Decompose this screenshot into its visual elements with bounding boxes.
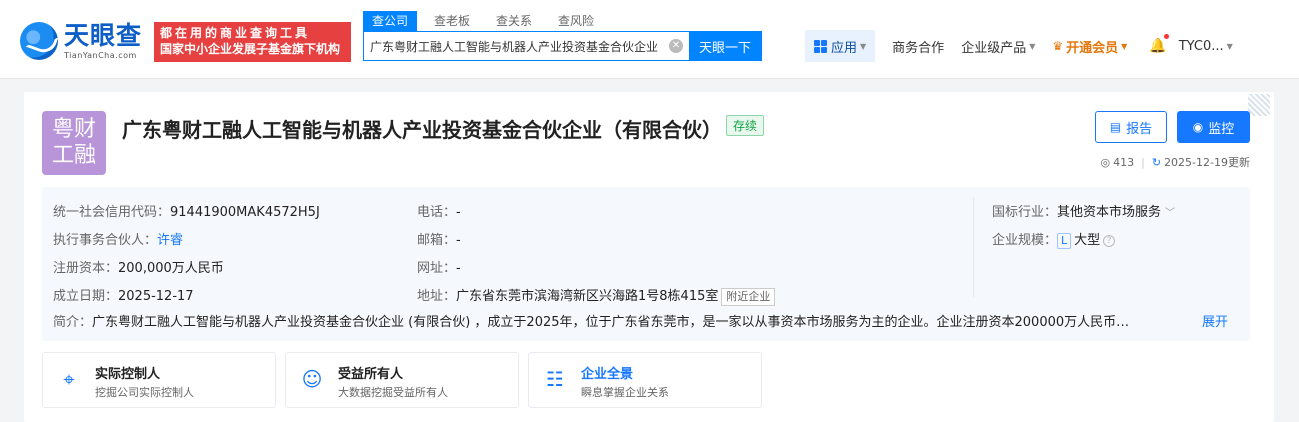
capital-row: 注册资本：200,000万人民币 <box>53 261 224 276</box>
logo-eye-icon <box>20 22 58 60</box>
user-menu[interactable]: TYC0... ▼ <box>1179 39 1233 54</box>
email-row: 邮箱：- <box>417 233 461 248</box>
info-panel: 统一社会信用代码：91441900MAK4572H5J 执行事务合伙人：许睿 注… <box>42 187 1250 341</box>
logo-domain: TianYanCha.com <box>64 51 137 60</box>
scale-row: 企业规模： L 大型? <box>992 229 1116 249</box>
nearby-companies-tag[interactable]: 附近企业 <box>721 288 776 306</box>
search-button[interactable]: 天眼一下 <box>689 32 761 60</box>
view-count: 413 <box>1113 155 1135 169</box>
chevron-down-icon[interactable]: ﹀ <box>1165 208 1175 219</box>
tab-boss[interactable]: 查老板 <box>425 11 479 31</box>
location-pin-icon: ◉ <box>1192 120 1204 134</box>
logo-title: 天眼查 <box>64 21 143 50</box>
caret-down-icon: ▼ <box>860 41 867 51</box>
eye-icon: ◎ <box>1100 155 1111 169</box>
address-row: 地址：广东省东莞市滨海湾新区兴海路1号8栋415室 附近企业 <box>417 285 776 306</box>
nav-apps-label: 应用 <box>831 40 858 56</box>
slogan-line-1: 都在用的商业查询工具 <box>160 26 311 40</box>
search-input[interactable] <box>364 32 669 60</box>
nav-vip[interactable]: ♛ 开通会员 ▼ <box>1052 37 1127 56</box>
phone-row: 电话：- <box>417 205 461 220</box>
intro-text: 广东粤财工融人工智能与机器人产业投资基金合伙企业 (有限合伙) ，成立于2025… <box>92 315 1130 330</box>
scale-value: 大型 <box>1074 233 1101 248</box>
expand-link[interactable]: 展开 <box>1202 311 1228 330</box>
feature-enterprise-panorama[interactable]: ☷ 企业全景 瞬息掌握企业关系 <box>528 352 762 408</box>
company-logo: 粤财 工融 <box>42 111 106 175</box>
crown-icon: ♛ <box>1052 39 1064 53</box>
grid-icon <box>814 39 827 53</box>
notification-dot <box>1163 34 1169 39</box>
company-card: 粤财 工融 广东粤财工融人工智能与机器人产业投资基金合伙企业（有限合伙） 存续 … <box>24 92 1274 422</box>
scale-badge: L <box>1057 233 1072 249</box>
intro-row: 简介：广东粤财工融人工智能与机器人产业投资基金合伙企业 (有限合伙) ，成立于2… <box>53 315 1130 330</box>
caret-down-icon: ▼ <box>1121 41 1128 51</box>
credit-code-value[interactable]: 91441900MAK4572H5J <box>170 205 320 220</box>
nav-apps[interactable]: 应用 ▼ <box>805 30 876 62</box>
org-chart-icon: ☷ <box>546 367 564 391</box>
tab-risk[interactable]: 查风险 <box>549 11 603 31</box>
search-box: ✕ 天眼一下 <box>363 31 762 61</box>
beneficiary-icon: ☺ <box>301 367 323 391</box>
top-nav: 应用 ▼ 商务合作 企业级产品 ▼ ♛ 开通会员 ▼ 🔔 TYC0... ▼ <box>805 30 1233 62</box>
founded-row: 成立日期：2025-12-17 <box>53 289 194 304</box>
monitor-button[interactable]: ◉ 监控 <box>1177 111 1250 143</box>
update-date: 2025-12-19更新 <box>1164 156 1250 169</box>
status-badge: 存续 <box>726 115 765 136</box>
email-value: - <box>456 233 461 248</box>
help-icon[interactable]: ? <box>1103 235 1116 247</box>
slogan-banner: 都在用的商业查询工具 国家中小企业发展子基金旗下机构 <box>154 22 351 62</box>
document-icon: ▤ <box>1109 120 1122 134</box>
site-logo[interactable]: 天眼查 TianYanCha.com <box>20 22 142 60</box>
search-tabs: 查公司 查老板 查关系 查风险 <box>363 11 611 31</box>
qr-code-icon[interactable] <box>1248 94 1270 116</box>
website-row: 网址：- <box>417 261 461 276</box>
industry-row: 国标行业：其他资本市场服务 ﹀ <box>992 205 1176 220</box>
tab-company[interactable]: 查公司 <box>363 11 418 31</box>
top-header: 天眼查 TianYanCha.com 都在用的商业查询工具 国家中小企业发展子基… <box>0 0 1299 79</box>
target-icon: ⌖ <box>63 367 75 391</box>
divider <box>973 197 974 297</box>
credit-code-row: 统一社会信用代码：91441900MAK4572H5J <box>53 205 320 220</box>
founded-value: 2025-12-17 <box>118 289 194 304</box>
partner-row: 执行事务合伙人：许睿 <box>53 233 184 248</box>
phone-value: - <box>456 205 461 220</box>
slogan-line-2: 国家中小企业发展子基金旗下机构 <box>160 42 341 56</box>
nav-enterprise-products[interactable]: 企业级产品 ▼ <box>961 37 1035 56</box>
partner-link[interactable]: 许睿 <box>157 233 183 248</box>
caret-down-icon: ▼ <box>1029 41 1036 51</box>
bell-icon[interactable]: 🔔 <box>1149 34 1169 54</box>
tab-relation[interactable]: 查关系 <box>487 11 541 31</box>
feature-beneficial-owner[interactable]: ☺ 受益所有人 大数据挖掘受益所有人 <box>285 352 519 408</box>
capital-value: 200,000万人民币 <box>118 261 224 276</box>
meta-line: ◎ 413 | ↻ 2025-12-19更新 <box>1100 155 1250 170</box>
address-value: 广东省东莞市滨海湾新区兴海路1号8栋415室 <box>456 289 719 304</box>
nav-business[interactable]: 商务合作 <box>892 37 944 56</box>
clear-icon[interactable]: ✕ <box>669 39 683 53</box>
refresh-icon[interactable]: ↻ <box>1152 156 1161 169</box>
caret-down-icon: ▼ <box>1226 41 1233 51</box>
report-button[interactable]: ▤ 报告 <box>1095 111 1167 143</box>
website-value: - <box>456 261 461 276</box>
industry-value: 其他资本市场服务 <box>1057 205 1162 220</box>
feature-actual-controller[interactable]: ⌖ 实际控制人 挖掘公司实际控制人 <box>42 352 276 408</box>
company-name: 广东粤财工融人工智能与机器人产业投资基金合伙企业（有限合伙） <box>122 118 722 142</box>
